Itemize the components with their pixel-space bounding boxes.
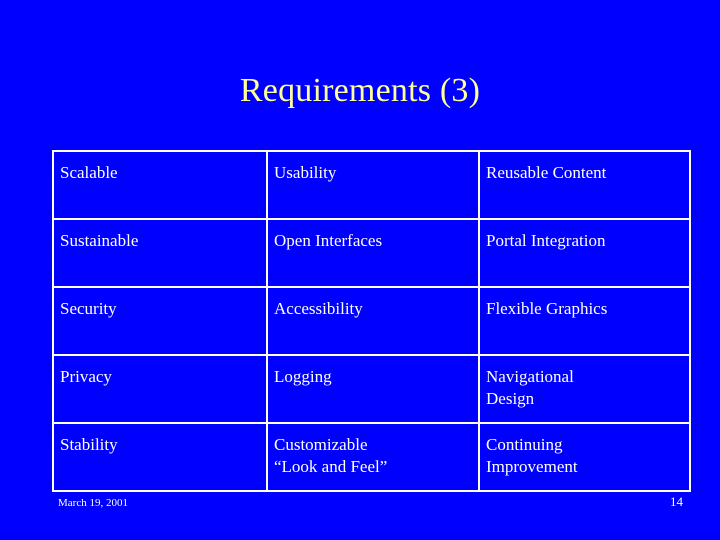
- table-row: Stability Customizable “Look and Feel” C…: [52, 422, 691, 492]
- table-cell-line: Improvement: [486, 457, 578, 476]
- table-row: Sustainable Open Interfaces Portal Integ…: [52, 218, 691, 288]
- table-cell-requirement: Sustainable: [52, 218, 268, 288]
- table-cell-requirement: Usability: [266, 150, 480, 220]
- table-row: Privacy Logging Navigational Design: [52, 354, 691, 424]
- footer-date: March 19, 2001: [58, 497, 128, 509]
- slide-canvas: Requirements (3) Scalable Usability Reus…: [0, 0, 720, 540]
- table-cell-line: Customizable: [274, 435, 368, 454]
- table-cell-requirement: Stability: [52, 422, 268, 492]
- table-cell-requirement: Navigational Design: [478, 354, 691, 424]
- table-cell-line: Design: [486, 389, 535, 408]
- table-row: Security Accessibility Flexible Graphics: [52, 286, 691, 356]
- table-cell-requirement: Open Interfaces: [266, 218, 480, 288]
- table-cell-requirement: Accessibility: [266, 286, 480, 356]
- requirements-table: Scalable Usability Reusable Content Sust…: [52, 150, 691, 492]
- table-cell-requirement: Security: [52, 286, 268, 356]
- table-cell-requirement: Privacy: [52, 354, 268, 424]
- table-cell-line: “Look and Feel”: [274, 457, 388, 476]
- table-cell-line: Navigational: [486, 367, 574, 386]
- table-cell-requirement: Reusable Content: [478, 150, 691, 220]
- table-cell-requirement: Portal Integration: [478, 218, 691, 288]
- table-row: Scalable Usability Reusable Content: [52, 150, 691, 220]
- table-cell-requirement: Scalable: [52, 150, 268, 220]
- page-title: Requirements (3): [239, 72, 481, 109]
- table-cell-line: Continuing: [486, 435, 563, 454]
- table-cell-requirement: Customizable “Look and Feel”: [266, 422, 480, 492]
- footer-page-number: 14: [670, 494, 683, 509]
- table-cell-requirement: Continuing Improvement: [478, 422, 691, 492]
- table-cell-requirement: Flexible Graphics: [478, 286, 691, 356]
- table-cell-requirement: Logging: [266, 354, 480, 424]
